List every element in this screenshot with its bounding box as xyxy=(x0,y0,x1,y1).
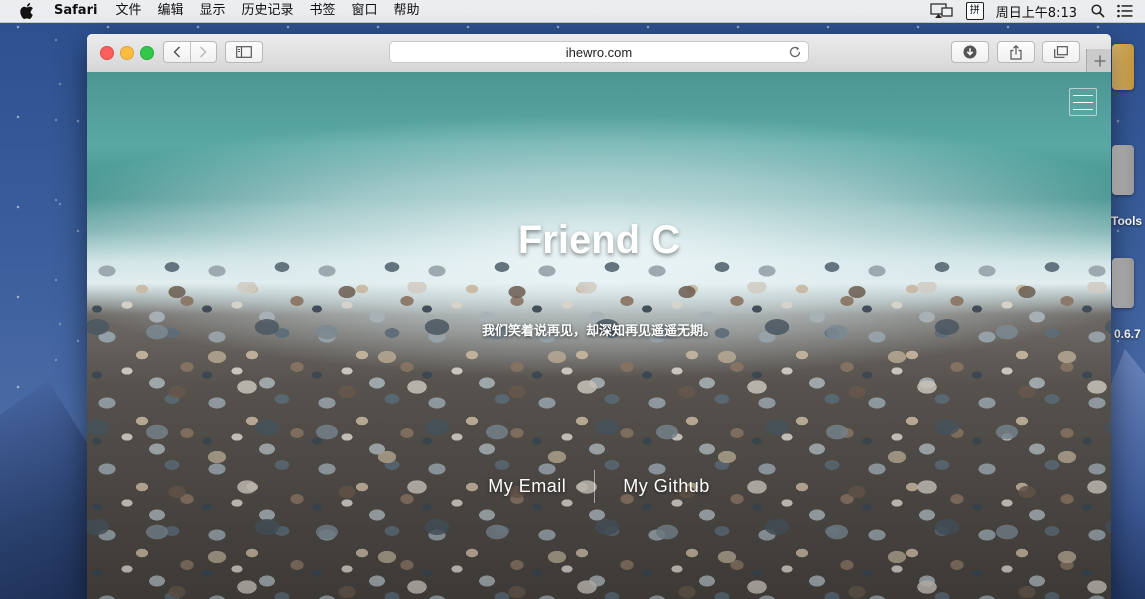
desktop-icon[interactable] xyxy=(1112,44,1134,90)
email-link[interactable]: My Email xyxy=(460,470,594,503)
menubar-clock[interactable]: 周日上午8:13 xyxy=(996,2,1077,21)
download-icon xyxy=(963,45,977,59)
input-method-icon[interactable]: 拼 xyxy=(965,2,984,20)
status-tray: 拼 周日上午8:13 xyxy=(930,0,1145,22)
safari-toolbar: ihewro.com xyxy=(87,34,1111,73)
menu-bookmarks[interactable]: 书签 xyxy=(310,0,336,22)
desktop-icon-label: 0.6.7 xyxy=(1114,327,1141,341)
navigation-buttons xyxy=(163,41,217,63)
menu-file[interactable]: 文件 xyxy=(115,0,141,22)
menu-app-safari[interactable]: Safari xyxy=(54,0,97,22)
hamburger-menu-icon[interactable] xyxy=(1069,88,1097,116)
tabs-overview-icon xyxy=(1054,46,1068,58)
apple-icon[interactable] xyxy=(20,3,34,19)
menu-edit[interactable]: 编辑 xyxy=(157,0,183,22)
plus-icon xyxy=(1094,55,1105,67)
forward-button[interactable] xyxy=(189,42,217,62)
github-link[interactable]: My Github xyxy=(594,470,738,503)
share-icon xyxy=(1010,44,1022,60)
close-window-button[interactable] xyxy=(100,46,114,60)
menubar: Safari 文件 编辑 显示 历史记录 书签 窗口 帮助 拼 周日上午8:13 xyxy=(0,0,1145,23)
menu-history[interactable]: 历史记录 xyxy=(241,0,293,22)
input-method-label: 拼 xyxy=(965,2,984,20)
downloads-button[interactable] xyxy=(951,41,989,63)
web-page: Friend C 我们笑着说再见，却深知再见遥遥无期。 My Email My … xyxy=(87,72,1111,599)
menu-window[interactable]: 窗口 xyxy=(352,0,378,22)
hero-links: My Email My Github xyxy=(87,470,1111,503)
back-button[interactable] xyxy=(164,42,190,62)
safari-window: ihewro.com Friend C 我们笑着说再见，却深知再见遥遥无期。 M… xyxy=(87,34,1111,599)
sidebar-toggle-button[interactable] xyxy=(225,41,263,63)
show-tabs-button[interactable] xyxy=(1042,41,1080,63)
desktop-icon[interactable] xyxy=(1112,145,1134,195)
new-tab-button[interactable] xyxy=(1086,49,1111,73)
chevron-right-icon xyxy=(200,46,207,58)
airplay-display-icon[interactable] xyxy=(930,3,954,19)
desktop-icon-label: Tools xyxy=(1111,214,1143,228)
fullscreen-window-button[interactable] xyxy=(140,46,154,60)
notification-center-icon[interactable] xyxy=(1117,4,1133,18)
sidebar-icon xyxy=(236,46,252,58)
share-button[interactable] xyxy=(997,41,1035,63)
reload-icon[interactable] xyxy=(788,45,802,59)
address-bar[interactable]: ihewro.com xyxy=(389,41,809,63)
menu-help[interactable]: 帮助 xyxy=(394,0,420,22)
menu-view[interactable]: 显示 xyxy=(199,0,225,22)
address-bar-url: ihewro.com xyxy=(565,44,633,60)
chevron-left-icon xyxy=(173,46,180,58)
page-title: Friend C xyxy=(517,218,681,262)
spotlight-search-icon[interactable] xyxy=(1091,4,1105,18)
desktop-icon[interactable] xyxy=(1112,258,1134,308)
page-subtitle: 我们笑着说再见，却深知再见遥遥无期。 xyxy=(481,324,716,339)
minimize-window-button[interactable] xyxy=(120,46,134,60)
